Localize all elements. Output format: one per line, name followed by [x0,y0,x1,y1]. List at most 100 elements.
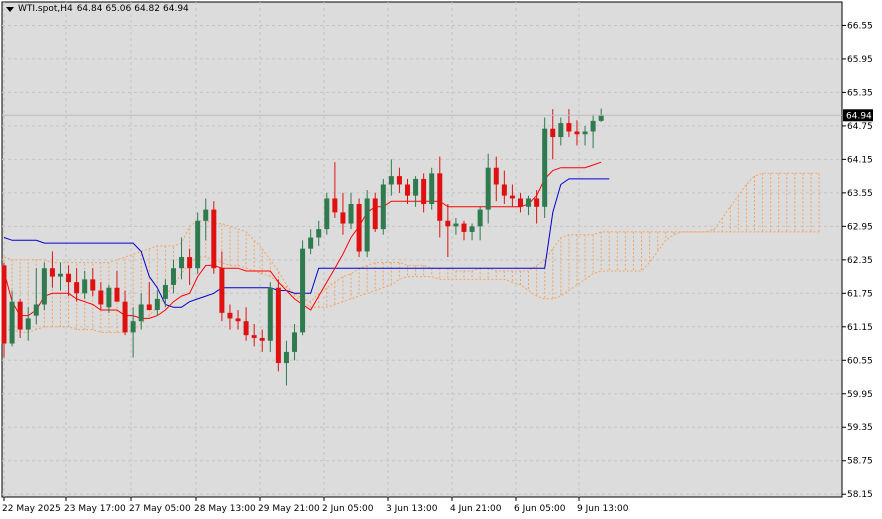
candle-body [356,204,362,252]
x-tick-label: 29 May 21:00 [258,504,320,514]
candle-body [292,332,298,352]
candle-body [25,318,31,330]
candle-body [300,248,306,333]
open-value: 64.84 [76,4,103,14]
y-tick-label: 61.75 [847,289,873,299]
candle-body [66,273,72,283]
high-value: 65.06 [105,4,132,14]
x-tick-label: 6 Jun 05:00 [514,504,566,514]
candle-body [461,223,467,232]
candle [429,167,435,210]
candle-body [267,287,273,341]
candle-body [154,298,160,311]
candle-body [542,128,548,207]
y-tick-label: 59.95 [847,390,873,400]
candle-body [17,301,23,330]
candle-body [469,226,475,232]
candle [364,190,370,258]
y-tick-label: 61.15 [847,323,873,333]
candle-body [130,321,136,333]
y-tick-label: 58.15 [847,490,873,500]
candle-body [477,209,483,227]
candle-body [517,198,523,207]
y-tick-label: 63.55 [847,189,873,199]
candle-body [380,184,386,230]
candle-body [49,268,55,277]
candle-body [509,195,515,199]
dropdown-triangle-icon[interactable] [6,6,14,12]
candle-body [74,282,80,294]
candle-body [340,212,346,224]
candle [380,178,386,235]
candle-body [1,265,7,344]
candle-body [138,304,144,322]
candle-body [582,131,588,135]
candle-body [243,321,249,336]
candle-body [405,184,410,196]
y-tick-label: 60.55 [847,356,873,366]
candle [542,117,548,218]
candle [41,262,47,311]
chart-window[interactable]: 66.55 65.95 65.35 64.75 64.15 63.55 62.95 62.35… [0,0,882,519]
candle-body [550,128,556,138]
candle-body [445,220,451,227]
candle-body [187,257,193,269]
close-value: 64.94 [163,4,189,14]
candle [275,279,281,372]
ohlc-readout: 64.84 65.06 64.82 64.94 [77,4,192,14]
candle-body [413,178,419,196]
candle-body [195,220,201,269]
candle-body [98,290,104,305]
candle-body [324,198,330,230]
candle-body [396,176,402,185]
candle-body [146,304,152,311]
candle [324,192,330,235]
candle-body [574,131,580,135]
candle-body [227,312,233,319]
y-tick-label: 59.35 [847,423,873,433]
candle [356,198,362,258]
candle-body [57,273,63,277]
plot-area [1,1,843,498]
candle-body [82,279,88,294]
y-tick-label: 64.15 [847,155,873,165]
symbol-label: WTI.spot,H4 [18,4,73,14]
chart-header: WTI.spot,H4 64.84 65.06 64.82 64.94 [6,4,192,14]
candle-body [348,204,354,224]
candle [300,240,306,336]
candle-body [501,184,507,196]
candle-body [9,301,15,344]
x-tick-label: 4 Jun 21:00 [450,504,502,514]
candle-body [332,198,338,213]
price-chart[interactable]: 66.55 65.95 65.35 64.75 64.15 63.55 62.95 62.35… [0,0,882,519]
candle-body [106,287,112,308]
x-tick-label: 23 May 17:00 [64,504,126,514]
x-tick-label: 2 Jun 05:00 [322,504,374,514]
candle-body [259,337,265,341]
candle [211,201,217,274]
candle-body [566,123,572,132]
candle-body [372,198,378,230]
candle-body [90,279,96,291]
x-tick-label: 3 Jun 13:00 [386,504,438,514]
y-tick-label: 62.95 [847,222,873,232]
candle-body [41,268,47,305]
candle-body [429,173,435,205]
x-tick-label: 28 May 13:00 [194,504,256,514]
candle-body [162,284,168,299]
candle-body [179,257,185,269]
candle-body [485,167,491,210]
candle-body [526,198,532,207]
candle [372,192,378,232]
current-price-label: 64.94 [846,111,872,121]
candle-body [275,287,281,364]
candle-body [308,237,314,249]
candle-body [364,198,370,252]
candle-body [283,351,289,364]
candle-body [437,173,443,221]
candle-body [388,176,394,185]
candle-body [493,167,499,185]
candle-body [114,287,120,302]
y-tick-label: 62.35 [847,256,873,266]
low-value: 64.82 [134,4,160,14]
